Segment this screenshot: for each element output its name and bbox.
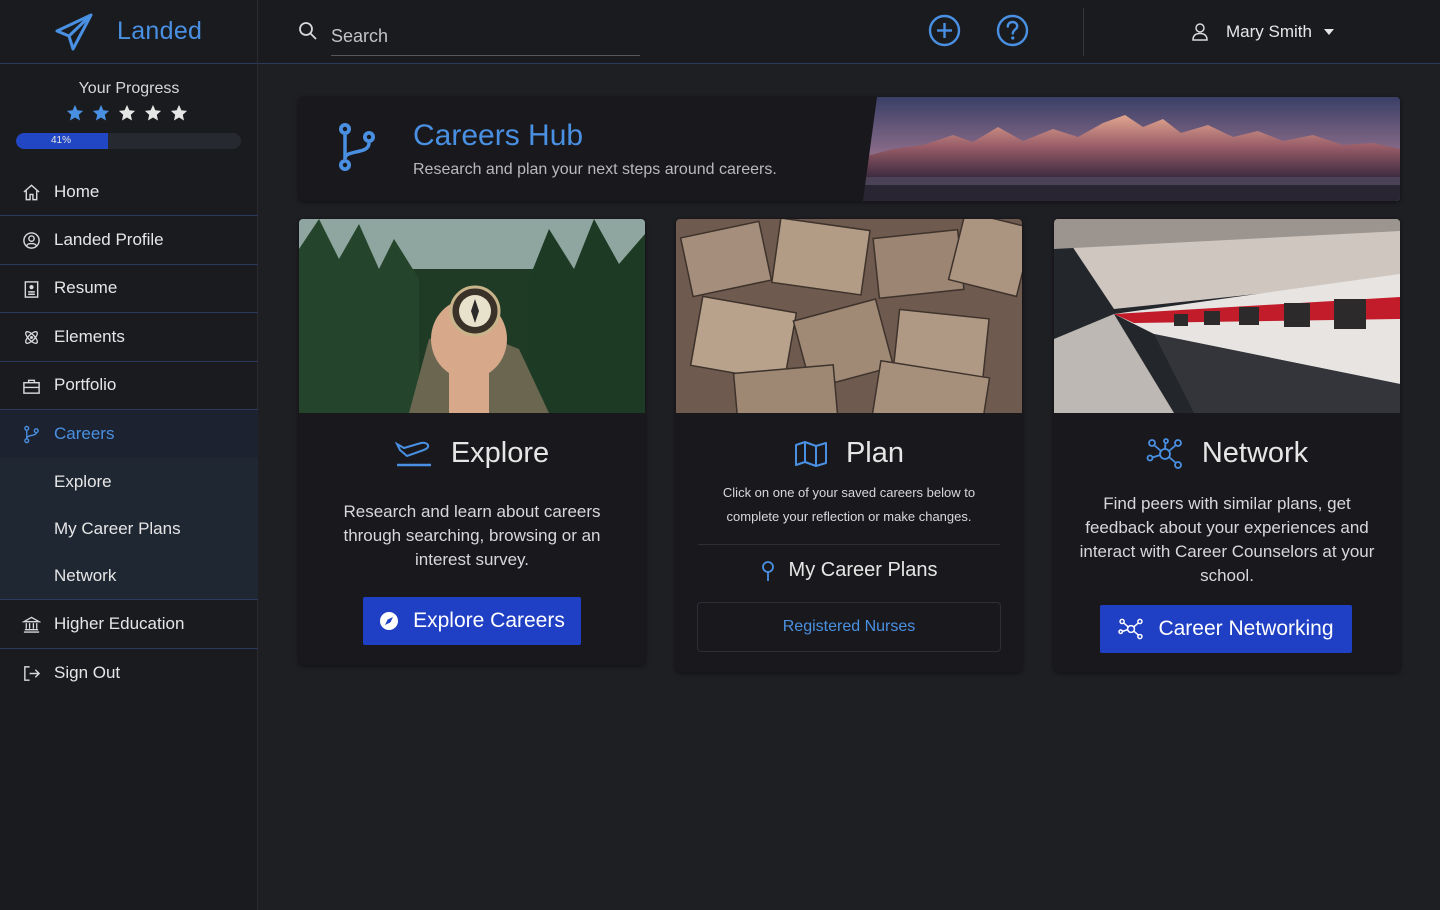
sidebar-item-home[interactable]: Home	[0, 168, 258, 217]
sidebar-item-label: Careers	[54, 424, 115, 444]
add-icon[interactable]	[928, 14, 961, 47]
sidebar-item-label: Elements	[54, 326, 125, 346]
sidebar-item-portfolio[interactable]: Portfolio	[0, 362, 258, 410]
compass-icon	[380, 612, 399, 630]
network-title: Network	[1201, 437, 1309, 469]
sidebar-item-landed-profile[interactable]: Landed Profile	[0, 216, 258, 265]
user-menu[interactable]: Mary Smith	[1190, 18, 1334, 46]
elements-icon	[25, 331, 38, 345]
plane-takeoff-icon	[394, 441, 431, 466]
sidebar-subitem-explore[interactable]: Explore	[0, 458, 258, 505]
plan-title: Plan	[845, 437, 905, 469]
my-career-plans-title: My Career Plans	[788, 559, 938, 581]
brand-name: Landed	[117, 17, 203, 45]
explore-title: Explore	[450, 437, 550, 469]
plan-card: Plan Click on one of your saved careers …	[676, 219, 1022, 672]
careers-submenu: Explore My Career Plans Network	[0, 458, 258, 601]
network-icon	[1118, 618, 1144, 640]
star-icon	[118, 104, 136, 121]
explore-heading: Explore	[299, 437, 645, 470]
resume-icon	[24, 280, 39, 298]
sidebar-item-higher-education[interactable]: Higher Education	[0, 600, 258, 649]
brand[interactable]: Landed	[0, 0, 258, 64]
sidebar-item-label: Resume	[54, 278, 118, 298]
search-box	[298, 14, 640, 56]
page-title: Careers Hub	[413, 119, 584, 152]
map-icon	[794, 440, 827, 467]
sidebar-item-resume[interactable]: Resume	[0, 265, 258, 314]
mountain-banner-image	[863, 97, 1400, 201]
subway-train-image	[1054, 219, 1400, 413]
page-subtitle: Research and plan your next steps around…	[413, 161, 777, 178]
explore-careers-button[interactable]: Explore Careers	[363, 597, 581, 645]
progress-bar: 41%	[16, 133, 241, 149]
network-description: Find peers with similar plans, get feedb…	[1079, 494, 1375, 585]
sidebar-item-label: Higher Education	[54, 614, 185, 634]
plan-divider	[698, 544, 1000, 545]
chevron-down-icon	[1323, 29, 1334, 35]
career-networking-label: Career Networking	[1158, 617, 1334, 640]
plan-description: Click on one of your saved careers below…	[722, 485, 976, 524]
sidebar-subitem-network[interactable]: Network	[0, 552, 258, 599]
profile-icon	[23, 232, 40, 250]
network-heading: Network	[1054, 437, 1400, 470]
network-card: Network Find peers with similar plans, g…	[1054, 219, 1400, 672]
forest-compass-image	[299, 219, 645, 413]
sidebar-subitem-my-career-plans[interactable]: My Career Plans	[0, 505, 258, 552]
search-input[interactable]	[331, 14, 640, 56]
progress-stars	[66, 104, 188, 122]
user-icon	[1192, 23, 1208, 41]
sidebar-item-elements[interactable]: Elements	[0, 313, 258, 362]
star-icon	[66, 104, 84, 121]
star-icon	[144, 104, 162, 121]
sign-out-icon	[24, 665, 41, 681]
career-networking-button[interactable]: Career Networking	[1100, 605, 1352, 653]
portfolio-icon	[23, 379, 40, 394]
branch-icon	[339, 123, 375, 171]
branch-icon	[24, 425, 39, 444]
sidebar-item-label: Portfolio	[54, 375, 117, 395]
sidebar: Your Progress 41% Home Landed Profile Re…	[0, 64, 258, 910]
sidebar-item-sign-out[interactable]: Sign Out	[0, 649, 258, 697]
location-pin-icon	[761, 560, 774, 581]
my-career-plans-heading: My Career Plans	[676, 559, 1022, 582]
top-divider	[1083, 8, 1084, 56]
top-bar: Landed Mary Smith	[0, 0, 1440, 64]
network-icon	[1146, 437, 1182, 469]
maps-image	[676, 219, 1022, 413]
help-icon[interactable]	[996, 14, 1029, 47]
sidebar-item-label: Home	[54, 181, 100, 201]
institution-icon	[22, 616, 41, 634]
plan-heading: Plan	[676, 437, 1022, 470]
explore-card: Explore Research and learn about careers…	[299, 219, 645, 665]
sidebar-nav: Home Landed Profile Resume Elements Port…	[0, 168, 258, 697]
sidebar-item-label: Landed Profile	[54, 230, 164, 250]
sidebar-item-careers[interactable]: Careers	[0, 409, 258, 459]
progress-label: Your Progress	[78, 80, 180, 97]
career-plan-link[interactable]: Registered Nurses	[697, 602, 1001, 652]
user-name: Mary Smith	[1226, 22, 1312, 41]
search-icon	[299, 22, 317, 40]
progress-percent: 41%	[51, 135, 72, 146]
star-icon	[170, 104, 188, 121]
careers-hub-header: Careers Hub Research and plan your next …	[299, 97, 1400, 201]
explore-careers-label: Explore Careers	[413, 609, 565, 632]
star-icon	[92, 104, 110, 121]
home-icon	[23, 184, 40, 201]
sidebar-item-label: Sign Out	[54, 662, 121, 682]
paper-plane-icon	[55, 13, 93, 51]
explore-description: Research and learn about careers through…	[343, 502, 601, 569]
